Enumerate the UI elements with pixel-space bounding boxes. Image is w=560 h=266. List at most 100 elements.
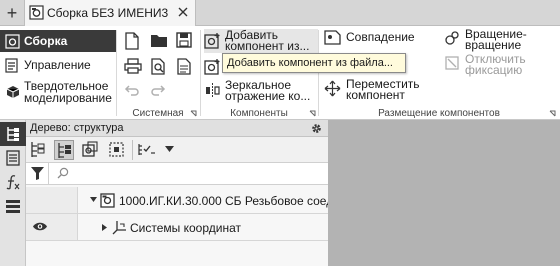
add-component-variant-icon[interactable] [204, 58, 221, 75]
group-label-system: Системная [132, 108, 184, 119]
rotate-rotate-button[interactable]: Вращение- вращение [444, 28, 554, 51]
plus-icon: + [6, 3, 18, 23]
tree-row-coordinate-systems[interactable]: Системы координат [26, 214, 328, 240]
eye-icon[interactable] [32, 221, 48, 232]
group-divider [116, 30, 117, 116]
model-tree-panel: Дерево: структура 1000.ИГ.КИ.30.000 СБ Р… [26, 120, 340, 266]
tree-icon [6, 126, 20, 142]
mirror-label: Зеркальное отражение ко... [225, 79, 310, 102]
document-title: Сборка БЕЗ ИМЕНИ3 [47, 6, 169, 20]
nav-item-label: Управление [24, 58, 91, 72]
new-document-icon[interactable] [124, 32, 142, 50]
panel-switcher [0, 120, 26, 266]
row-divider [26, 240, 328, 241]
selection-frame-icon[interactable] [108, 141, 125, 158]
nav-item-management[interactable]: Управление [0, 54, 116, 76]
save-icon[interactable] [176, 32, 194, 50]
tree-row-label: 1000.ИГ.КИ.30.000 СБ Резьбовое соеди [119, 194, 340, 208]
nav-item-label: Твердотельное моделирование [24, 80, 112, 104]
tree-panel-header: Дерево: структура [26, 120, 328, 137]
properties-icon[interactable] [176, 58, 194, 76]
mirror-component-button[interactable]: Зеркальное отражение ко... [204, 79, 318, 103]
tree-row-gutter [26, 187, 78, 213]
collapsed-triangle-icon[interactable] [102, 224, 107, 231]
solid-modeling-icon [5, 84, 20, 99]
rotate-label: Вращение- вращение [465, 28, 527, 51]
rotate-label-line2: вращение [465, 38, 522, 52]
group-launcher-icon[interactable] [309, 110, 316, 117]
unfix-label-line2: фиксацию [465, 63, 523, 77]
nav-item-label-line2: моделирование [24, 91, 112, 105]
move-icon [324, 80, 341, 97]
group-label-placement: Размещение компонентов [378, 108, 500, 119]
group-launcher-icon[interactable] [549, 110, 556, 117]
group-launcher-icon[interactable] [190, 110, 197, 117]
filter-icon[interactable] [31, 167, 44, 180]
mirror-icon [204, 82, 221, 99]
gear-icon[interactable] [310, 122, 323, 135]
chevron-down-icon[interactable] [165, 146, 174, 152]
layers-icon [5, 199, 21, 213]
coordinate-system-icon [112, 219, 128, 235]
assembly-node-icon [100, 192, 116, 208]
coincidence-button[interactable]: Совпадение [324, 30, 434, 45]
tree-order-icon[interactable] [30, 141, 46, 158]
add-tab-button[interactable]: + [0, 0, 24, 26]
tree-filter-row [26, 163, 328, 185]
ribbon: Сборка Управление Твердотельное моделиро… [0, 26, 560, 120]
layers-panel-button[interactable] [0, 194, 26, 218]
document-tab[interactable]: Сборка БЕЗ ИМЕНИ3 [24, 0, 196, 26]
management-icon [5, 58, 19, 73]
group-label-components: Компоненты [230, 108, 288, 119]
tree-panel-button[interactable] [0, 122, 26, 146]
preview-icon[interactable] [150, 58, 168, 76]
properties-panel-button[interactable] [0, 146, 26, 170]
add-component-label-line2: компонент из... [225, 39, 310, 53]
function-icon [5, 174, 21, 190]
nav-item-assembly[interactable]: Сборка [0, 30, 116, 52]
assembly-doc-icon [29, 5, 44, 20]
add-component-label: Добавить компонент из... [225, 29, 309, 52]
document-tab-bar: + Сборка БЕЗ ИМЕНИ3 [0, 0, 560, 26]
assembly-icon [5, 34, 20, 49]
tooltip: Добавить компонент из файла... [222, 53, 406, 73]
add-component-icon [204, 32, 221, 49]
coincidence-icon [324, 30, 341, 45]
tree-panel-title: Дерево: структура [30, 122, 124, 134]
redo-icon [150, 83, 168, 101]
variables-panel-button[interactable] [0, 170, 26, 194]
move-label-line2: компонент [346, 88, 405, 102]
tree-row-label: Системы координат [130, 221, 241, 235]
move-label: Переместить компонент [346, 78, 420, 101]
tree-search-input[interactable] [48, 163, 328, 184]
ribbon-section-nav: Сборка Управление Твердотельное моделиро… [0, 26, 116, 120]
tree-list: 1000.ИГ.КИ.30.000 СБ Резьбовое соеди Сис… [26, 185, 340, 266]
tree-toolbar [26, 137, 328, 163]
model-workspace[interactable] [328, 120, 560, 266]
expanded-triangle-icon[interactable] [90, 197, 97, 202]
group-divider [200, 30, 201, 116]
nav-item-label: Сборка [24, 34, 68, 48]
component-view-icon[interactable] [82, 141, 99, 158]
open-folder-icon[interactable] [150, 32, 168, 50]
unfix-label: Отключить фиксацию [465, 53, 526, 76]
unfix-icon [444, 55, 460, 71]
mirror-label-line2: отражение ко... [225, 89, 311, 103]
coincidence-label: Совпадение [346, 30, 415, 44]
print-icon[interactable] [124, 58, 142, 76]
tree-row-root-assembly[interactable]: 1000.ИГ.КИ.30.000 СБ Резьбовое соеди [26, 187, 340, 213]
add-component-button[interactable]: Добавить компонент из... [204, 29, 318, 53]
group-divider [318, 30, 319, 116]
close-tab-icon[interactable] [177, 6, 189, 18]
nav-item-solid-modeling[interactable]: Твердотельное моделирование [0, 78, 116, 106]
search-icon [57, 167, 69, 179]
checklist-icon[interactable] [138, 141, 156, 158]
list-properties-icon [6, 150, 20, 166]
toolbar-divider [132, 140, 133, 160]
undo-icon [124, 83, 142, 101]
unfix-button: Отключить фиксацию [444, 53, 554, 76]
rotate-icon [444, 30, 460, 46]
tree-structure-button[interactable] [54, 140, 74, 160]
move-component-button[interactable]: Переместить компонент [324, 78, 434, 101]
tree-structure-icon [57, 142, 73, 159]
